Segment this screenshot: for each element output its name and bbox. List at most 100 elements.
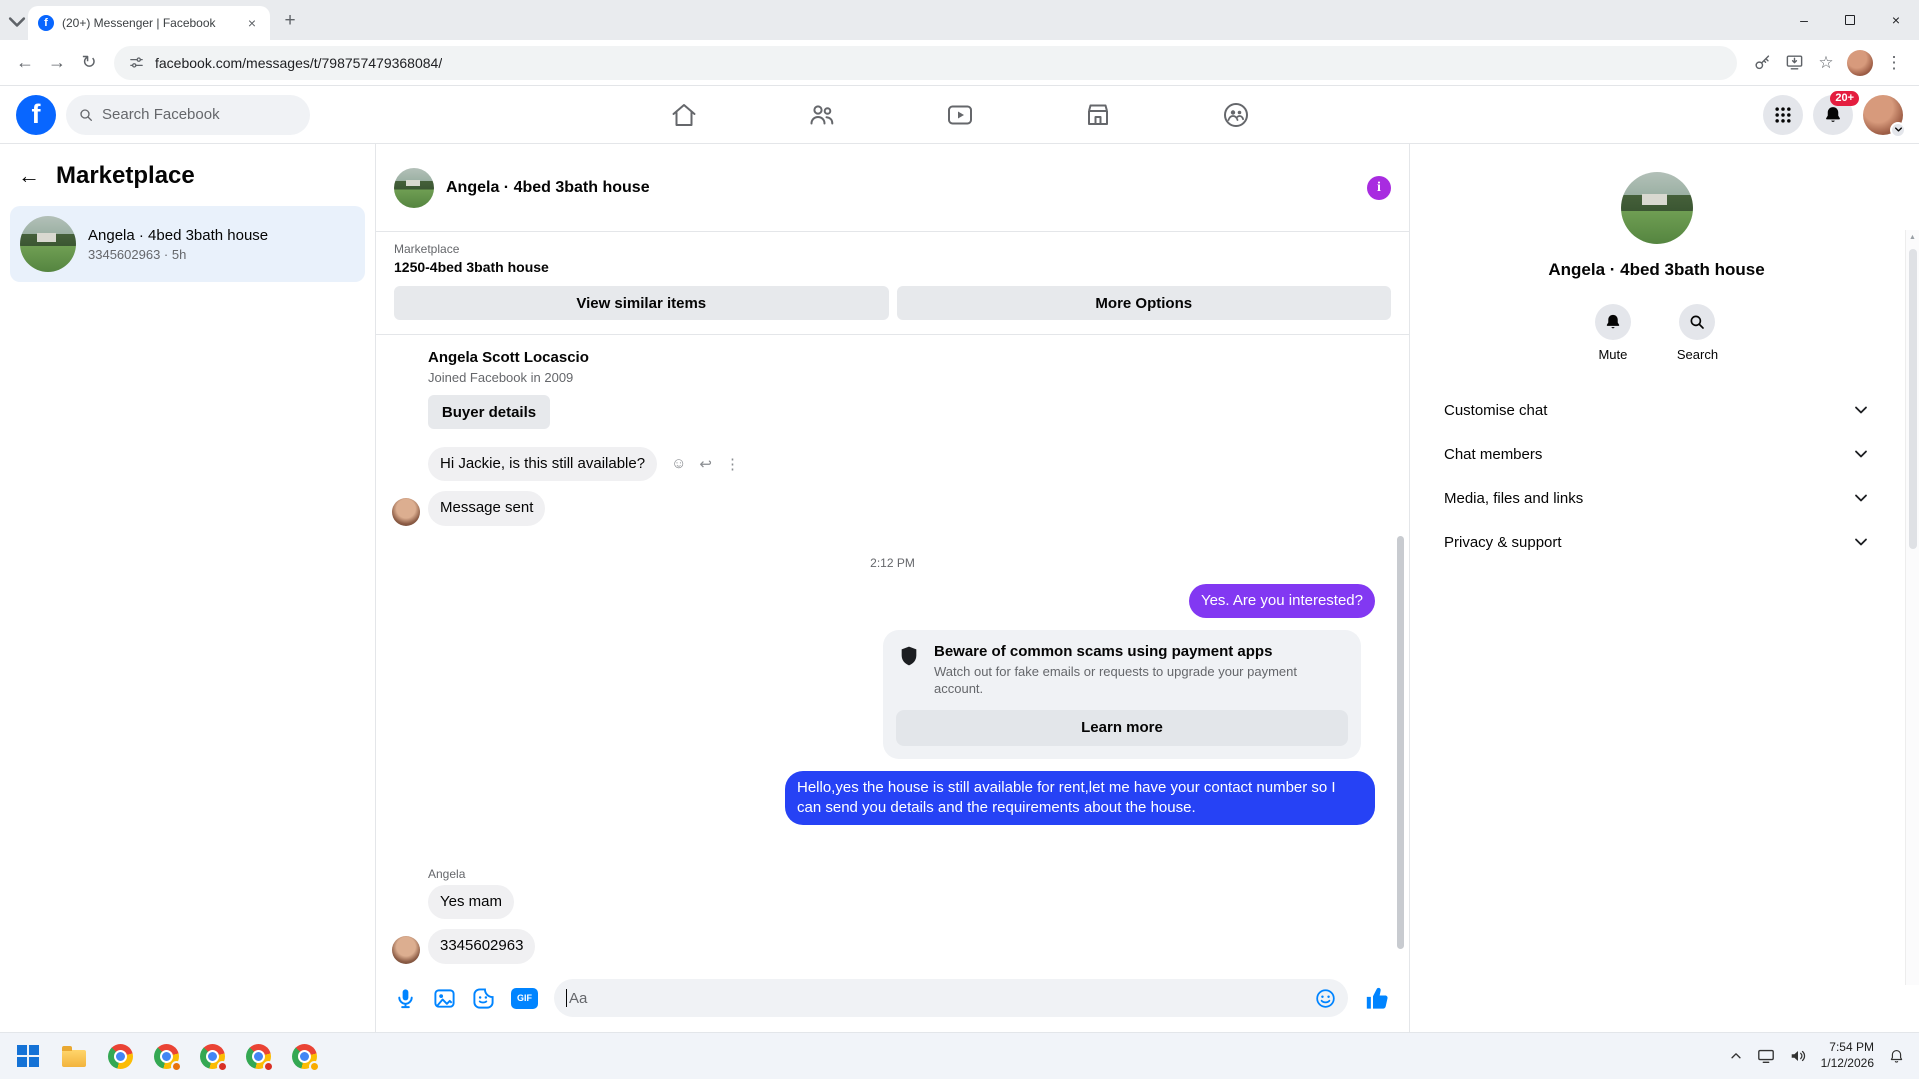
- chat-header: Angela · 4bed 3bath house i: [376, 144, 1409, 232]
- view-similar-items-button[interactable]: View similar items: [394, 286, 889, 320]
- menu-item-media-files-links[interactable]: Media, files and links: [1434, 476, 1879, 520]
- bell-icon: [1826, 106, 1840, 122]
- address-bar[interactable]: facebook.com/messages/t/798757479368084/: [114, 45, 1737, 80]
- attach-image-icon[interactable]: [433, 987, 456, 1010]
- browser-menu-icon[interactable]: ⋮: [1879, 48, 1909, 78]
- conversation-info-title: Angela · 4bed 3bath house: [1548, 260, 1765, 279]
- file-explorer-button[interactable]: [60, 1042, 88, 1070]
- conversation-info-panel: Angela · 4bed 3bath house Mute Search Cu…: [1409, 144, 1919, 1032]
- react-icon[interactable]: ☺: [671, 455, 686, 473]
- chevron-down-icon: [1855, 406, 1867, 414]
- message-row: Message sent: [376, 491, 1409, 526]
- watch-nav-icon[interactable]: [946, 101, 974, 129]
- tab-search-icon[interactable]: [6, 8, 28, 36]
- taskbar: 7:54 PM 1/12/2026: [0, 1032, 1919, 1079]
- scam-body: Watch out for fake emails or requests to…: [934, 663, 1297, 696]
- scam-warning-card: Beware of common scams using payment app…: [883, 629, 1361, 759]
- conversation-info-icon[interactable]: i: [1367, 175, 1391, 200]
- home-nav-icon[interactable]: [670, 101, 698, 129]
- notifications-button[interactable]: 20+: [1813, 90, 1859, 135]
- maximize-button[interactable]: [1827, 0, 1873, 40]
- voice-clip-icon[interactable]: [394, 987, 417, 1010]
- reply-icon[interactable]: ↩: [699, 455, 712, 473]
- taskbar-clock[interactable]: 7:54 PM 1/12/2026: [1821, 1040, 1874, 1071]
- message-input[interactable]: Aa: [554, 979, 1348, 1017]
- browser-tab[interactable]: f (20+) Messenger | Facebook ×: [28, 6, 270, 40]
- scam-title: Beware of common scams using payment app…: [934, 642, 1273, 660]
- chat-scrollbar[interactable]: [1397, 536, 1404, 949]
- folder-icon: [62, 1045, 86, 1067]
- taskbar-browser-1[interactable]: [106, 1042, 134, 1070]
- new-tab-button[interactable]: +: [276, 7, 304, 35]
- account-avatar[interactable]: [1863, 94, 1906, 138]
- buyer-details-button[interactable]: Buyer details: [428, 395, 550, 429]
- mute-button[interactable]: Mute: [1594, 304, 1631, 362]
- close-window-button[interactable]: ×: [1873, 0, 1919, 40]
- tray-chevron-up-icon[interactable]: [1729, 1049, 1743, 1063]
- facebook-search[interactable]: Search Facebook: [66, 94, 310, 135]
- install-app-icon[interactable]: [1779, 48, 1809, 78]
- conversation-item[interactable]: Angela · 4bed 3bath house 3345602963 · 5…: [10, 206, 365, 282]
- gif-icon[interactable]: GIF: [511, 987, 538, 1009]
- friends-nav-icon[interactable]: [808, 101, 836, 129]
- browser-refresh-button[interactable]: ↻: [74, 48, 104, 78]
- windows-logo-icon: [17, 1045, 39, 1067]
- system-tray: 7:54 PM 1/12/2026: [1729, 1040, 1905, 1071]
- search-icon: [80, 108, 92, 121]
- chat-avatar[interactable]: [394, 167, 434, 208]
- more-icon[interactable]: ⋮: [725, 455, 740, 473]
- grid-icon: [1775, 106, 1791, 123]
- bookmark-star-icon[interactable]: ☆: [1811, 48, 1841, 78]
- avatar-slot: [392, 935, 420, 964]
- menu-item-customise-chat[interactable]: Customise chat: [1434, 388, 1879, 432]
- scrollbar-thumb[interactable]: [1908, 249, 1917, 549]
- start-button[interactable]: [14, 1042, 42, 1070]
- chevron-down-icon: [1890, 121, 1906, 138]
- volume-tray-icon[interactable]: [1789, 1047, 1807, 1065]
- notification-center-icon[interactable]: [1888, 1048, 1905, 1065]
- thumbs-up-icon[interactable]: [1364, 985, 1391, 1012]
- minimize-button[interactable]: –: [1781, 0, 1827, 40]
- page-scrollbar[interactable]: ▲: [1905, 230, 1919, 985]
- back-arrow-icon[interactable]: ←: [18, 165, 40, 187]
- password-key-icon[interactable]: [1747, 48, 1777, 78]
- learn-more-button[interactable]: Learn more: [896, 709, 1348, 746]
- chevron-down-icon: [1855, 538, 1867, 546]
- tab-close-icon[interactable]: ×: [244, 15, 260, 31]
- conversation-sidebar: ← Marketplace Angela · 4bed 3bath house …: [0, 144, 376, 1032]
- taskbar-browser-2[interactable]: [152, 1042, 182, 1072]
- site-info-icon[interactable]: [128, 54, 145, 71]
- message-row: Yes. Are you interested?: [376, 583, 1409, 618]
- browser-forward-button[interactable]: →: [42, 48, 72, 78]
- more-options-button[interactable]: More Options: [896, 286, 1391, 320]
- taskbar-browser-3[interactable]: [198, 1042, 228, 1072]
- outgoing-message: Yes. Are you interested?: [1188, 583, 1375, 618]
- search-in-conversation-button[interactable]: Search: [1677, 304, 1718, 362]
- browser-profile-avatar[interactable]: [1847, 49, 1873, 76]
- message-row: Hi Jackie, is this still available? ☺ ↩ …: [376, 447, 1409, 482]
- menu-item-chat-members[interactable]: Chat members: [1434, 432, 1879, 476]
- taskbar-browser-5[interactable]: [290, 1042, 320, 1072]
- listing-buttons: View similar items More Options: [394, 286, 1391, 320]
- tab-title: (20+) Messenger | Facebook: [62, 16, 216, 30]
- menu-item-privacy-support[interactable]: Privacy & support: [1434, 520, 1879, 564]
- message-composer: GIF Aa: [376, 974, 1409, 1032]
- buyer-profile-block: Angela Scott Locascio Joined Facebook in…: [428, 349, 1409, 429]
- conversation-thumbnail: [20, 216, 76, 272]
- message-row: 3345602963: [376, 929, 1409, 964]
- conversation-meta: 3345602963 · 5h: [88, 246, 187, 262]
- taskbar-browser-4[interactable]: [244, 1042, 274, 1072]
- emoji-icon[interactable]: [1315, 988, 1336, 1009]
- facebook-favicon: f: [38, 15, 54, 31]
- groups-nav-icon[interactable]: [1222, 101, 1250, 129]
- facebook-logo[interactable]: f: [16, 94, 56, 135]
- text-caret: [566, 989, 567, 1007]
- marketplace-nav-icon[interactable]: [1084, 101, 1112, 129]
- scrollbar-up-arrow[interactable]: ▲: [1909, 234, 1916, 241]
- menu-item-label: Customise chat: [1444, 401, 1548, 419]
- browser-back-button[interactable]: ←: [10, 48, 40, 78]
- sticker-icon[interactable]: [472, 987, 495, 1010]
- taskbar-apps: [14, 1042, 320, 1072]
- display-tray-icon[interactable]: [1757, 1047, 1775, 1065]
- apps-menu-button[interactable]: [1763, 94, 1803, 135]
